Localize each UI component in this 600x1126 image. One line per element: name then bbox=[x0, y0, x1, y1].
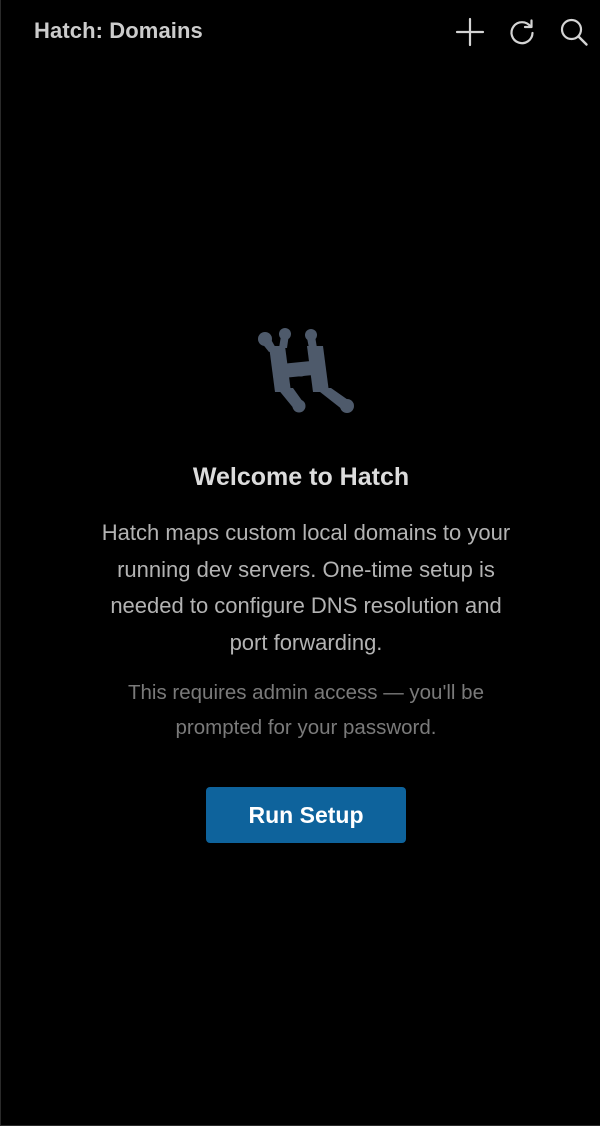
admin-access-note: This requires admin access — you'll be p… bbox=[128, 681, 484, 739]
search-icon bbox=[560, 18, 588, 46]
panel-title: Hatch: Domains bbox=[34, 18, 203, 43]
header-actions bbox=[453, 16, 591, 48]
refresh-icon bbox=[510, 19, 534, 45]
add-domain-button[interactable] bbox=[453, 16, 487, 48]
welcome-heading: Welcome to Hatch bbox=[192, 463, 410, 491]
refresh-button[interactable] bbox=[505, 16, 539, 48]
panel-header: Hatch: Domains bbox=[1, 0, 600, 64]
welcome-description: Hatch maps custom local domains to your … bbox=[101, 520, 511, 655]
search-button[interactable] bbox=[557, 16, 591, 48]
run-setup-button[interactable]: Run Setup bbox=[206, 787, 406, 843]
hatch-logo-icon bbox=[258, 328, 354, 413]
plus-icon bbox=[455, 17, 485, 47]
domains-panel: Hatch: Domains Welcome to Hatch Hatch ma… bbox=[0, 0, 600, 1126]
